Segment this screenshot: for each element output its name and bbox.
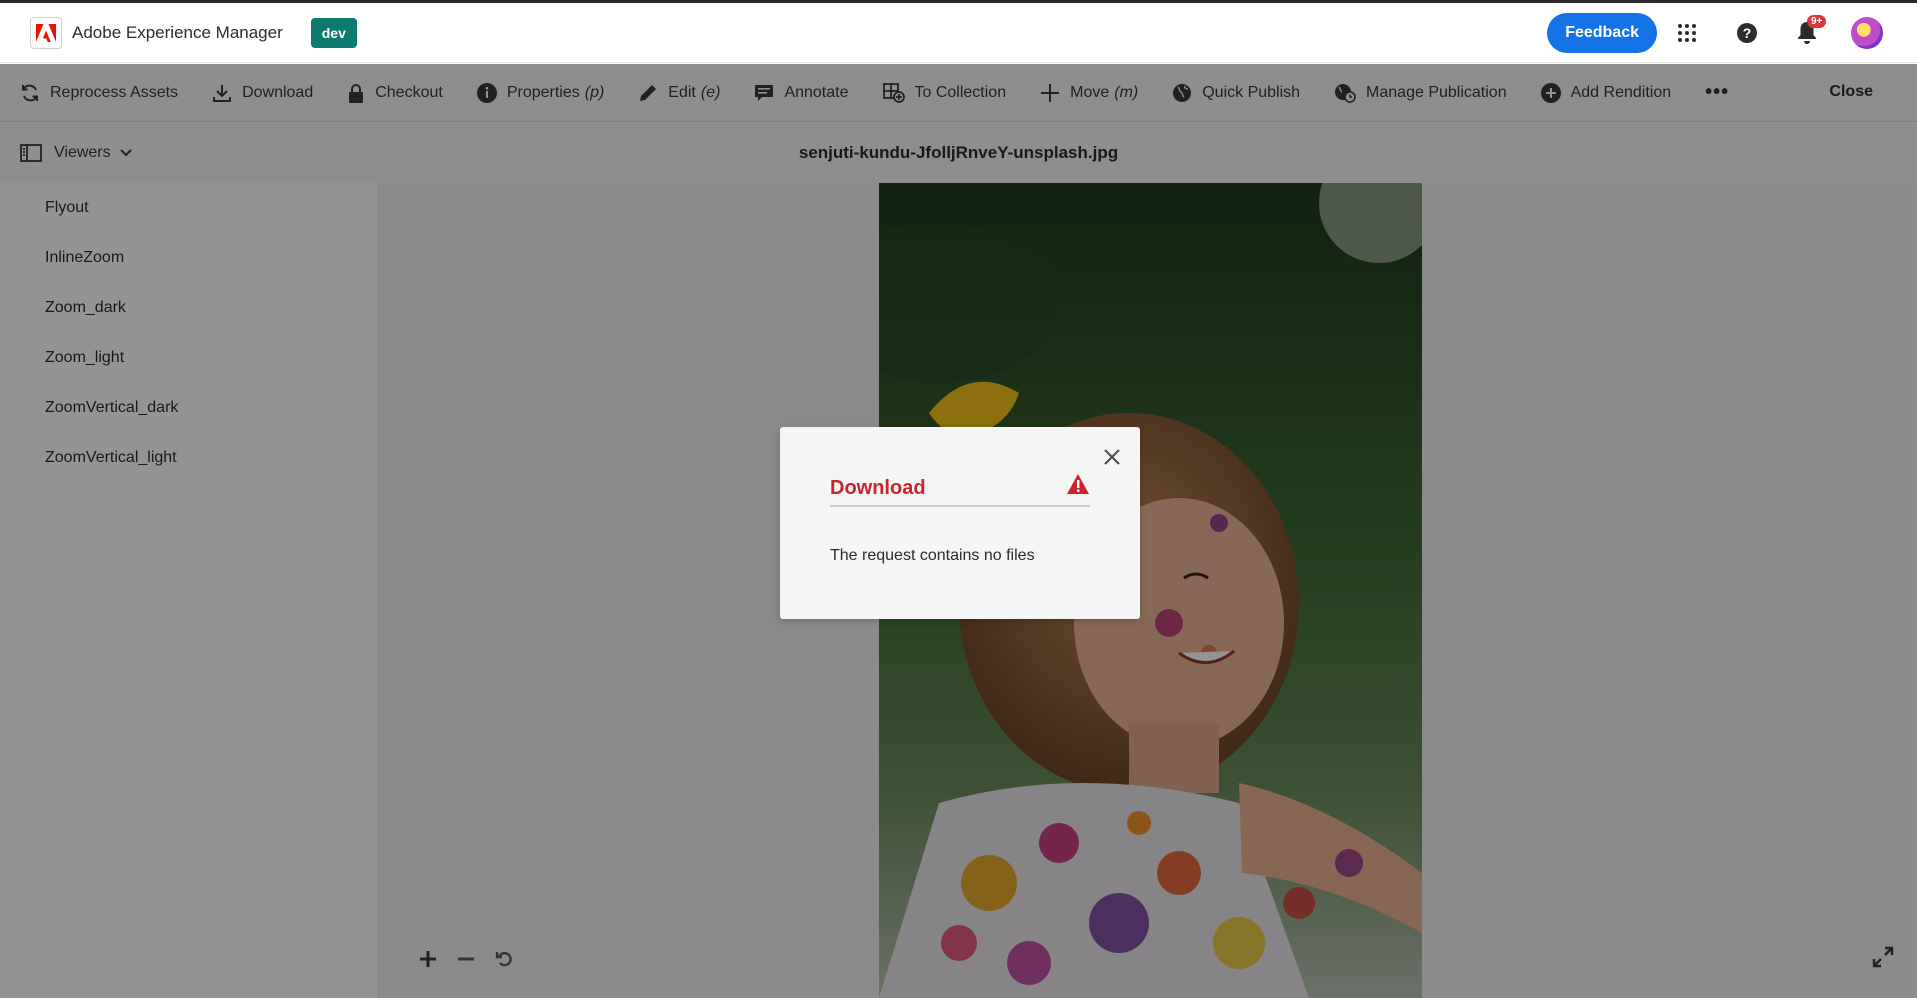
help-icon[interactable]: ?	[1717, 13, 1777, 53]
svg-text:?: ?	[1743, 25, 1752, 41]
alert-icon	[1066, 473, 1090, 500]
notifications-bell-icon[interactable]: 9+	[1777, 13, 1837, 53]
header-actions: Feedback ? 9+	[1547, 13, 1897, 53]
dialog-message: The request contains no files	[830, 547, 1035, 564]
close-icon	[1104, 449, 1120, 465]
brand[interactable]: Adobe Experience Manager	[30, 16, 283, 49]
dialog-close-button[interactable]	[1100, 445, 1124, 469]
app-title: Adobe Experience Manager	[72, 22, 283, 42]
environment-badge: dev	[310, 17, 357, 48]
notification-count-badge: 9+	[1807, 15, 1827, 28]
apps-grid-icon[interactable]	[1657, 13, 1717, 53]
avatar	[1851, 17, 1883, 49]
app-header: Adobe Experience Manager dev Feedback ? …	[0, 3, 1917, 63]
user-avatar[interactable]	[1837, 13, 1897, 53]
dialog-header: Download	[830, 474, 1090, 507]
download-error-dialog: Download The request contains no files	[780, 427, 1140, 619]
dialog-title: Download	[830, 477, 926, 499]
adobe-logo-icon	[30, 16, 62, 49]
feedback-button[interactable]: Feedback	[1547, 13, 1657, 53]
